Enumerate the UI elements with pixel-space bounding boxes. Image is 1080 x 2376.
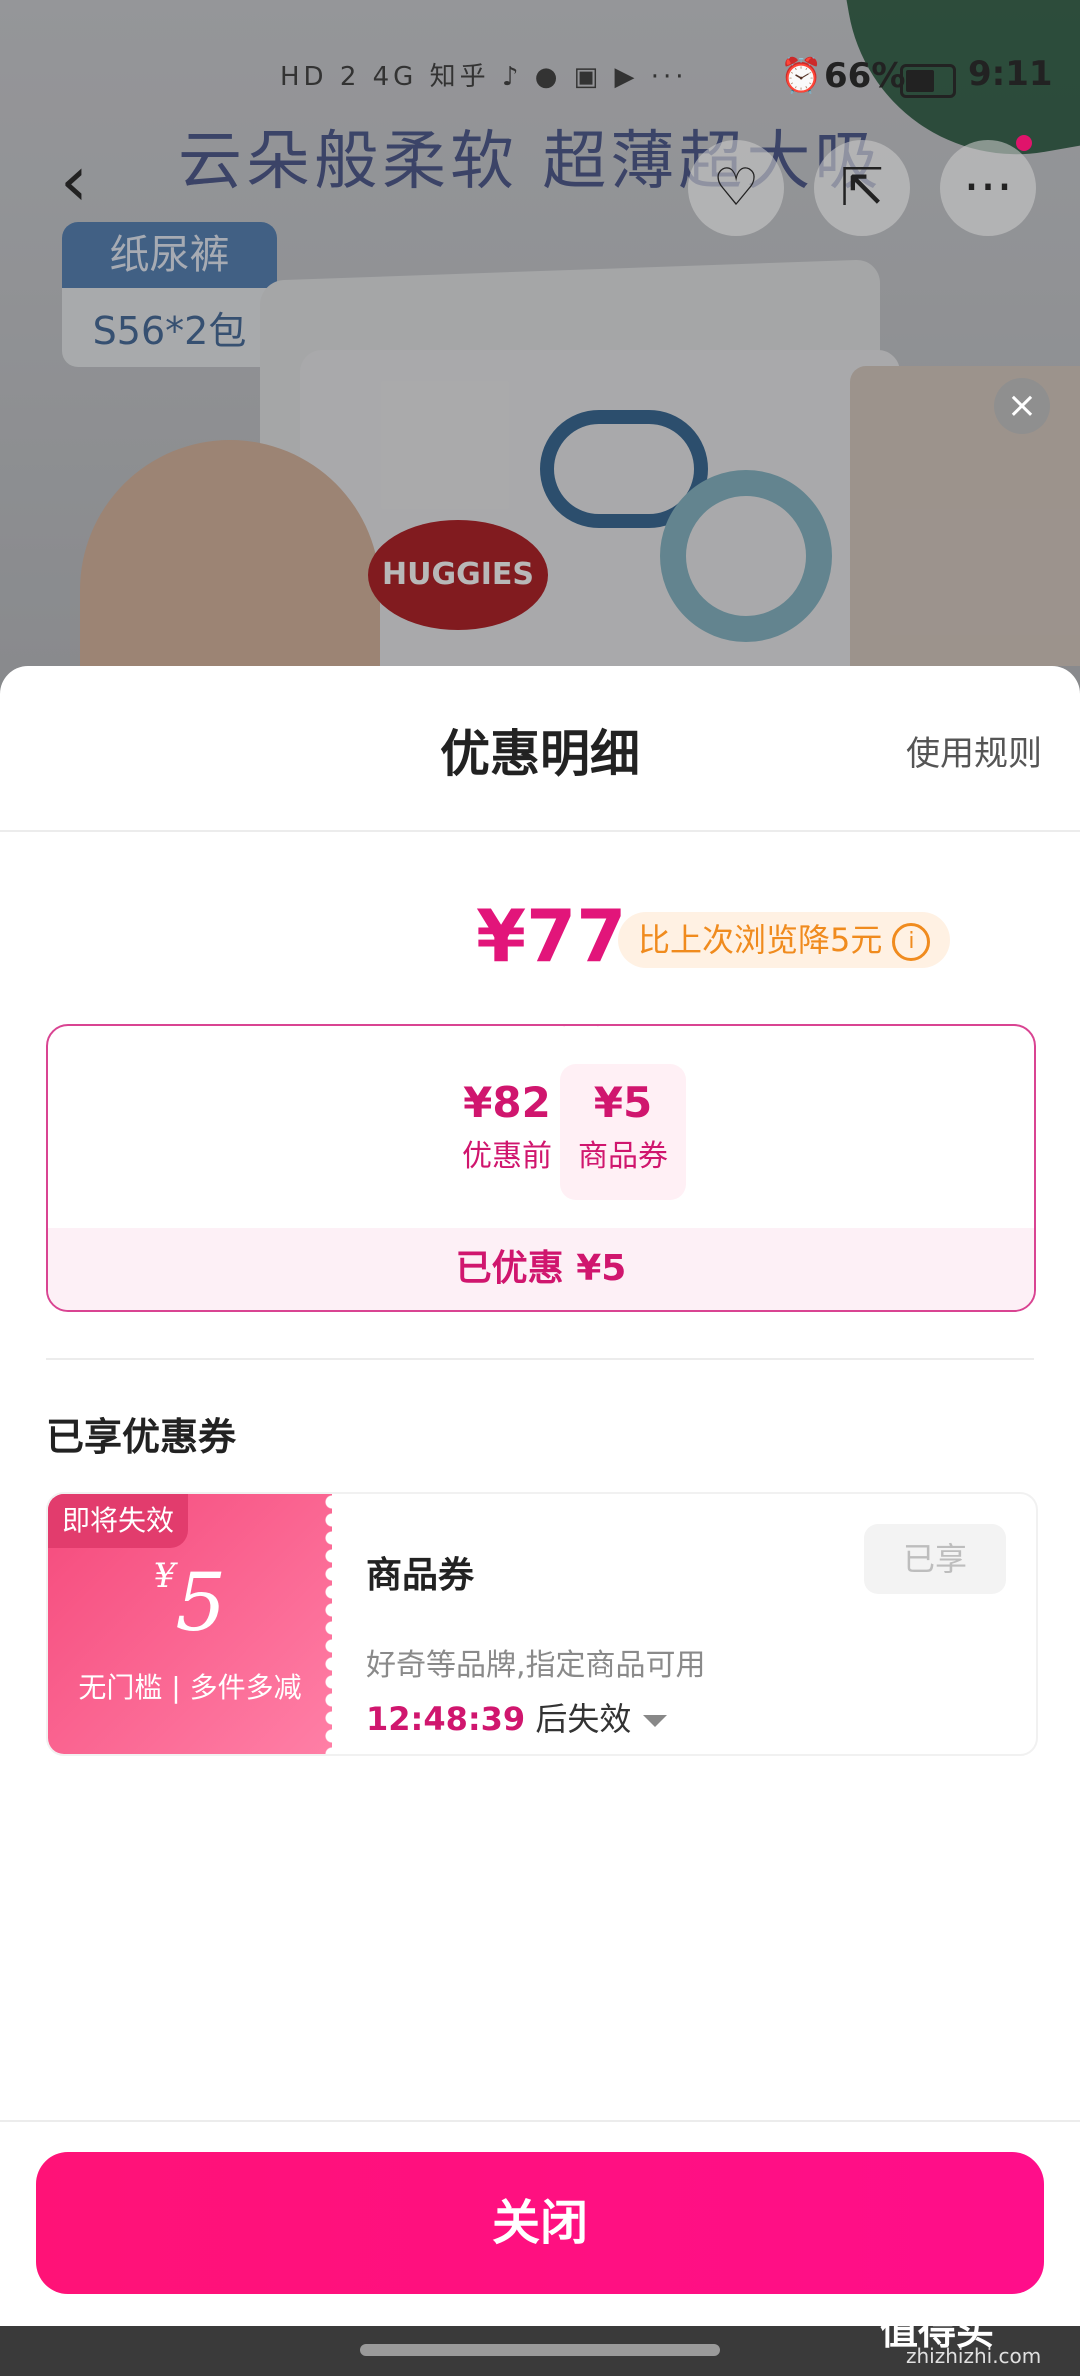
price-drop-badge[interactable]: 比上次浏览降5元 i bbox=[618, 912, 951, 968]
discount-detail-sheet: 优惠明细 使用规则 ¥77 比上次浏览降5元i ¥82 优惠前 - ¥5 商品券… bbox=[0, 666, 1080, 2376]
total-discount: 已优惠 ¥5 bbox=[48, 1228, 1034, 1310]
expiring-badge: 即将失效 bbox=[48, 1494, 189, 1548]
battery-icon bbox=[900, 64, 956, 98]
close-button[interactable]: 关闭 bbox=[36, 2152, 1044, 2294]
countdown-time: 12:48:39 bbox=[366, 1700, 526, 1738]
close-icon[interactable]: × bbox=[994, 378, 1050, 434]
coupon-description: 好奇等品牌,指定商品可用 bbox=[366, 1648, 706, 1683]
coupon-card[interactable]: 即将失效 ¥5 无门槛 | 多件多减 商品券 已享 好奇等品牌,指定商品可用 1… bbox=[46, 1492, 1038, 1756]
divider bbox=[0, 2120, 1080, 2122]
box-notch bbox=[562, 1026, 600, 1044]
status-bar: HD 2 4G 知乎 ♪ ● ▣ ▶ ··· ⏰ 66% 9:11 bbox=[0, 46, 1080, 106]
coupon-amount: ¥5 bbox=[48, 1556, 332, 1649]
share-icon[interactable]: ⇱ bbox=[814, 140, 910, 236]
price-drop-text: 比上次浏览降5元 bbox=[638, 921, 883, 959]
status-icons: HD 2 4G 知乎 ♪ ● ▣ ▶ ··· bbox=[280, 62, 688, 92]
clock: 9:11 bbox=[968, 54, 1053, 94]
coupon-deduction-label: 商品券 bbox=[578, 1139, 668, 1174]
coupon-status-button[interactable]: 已享 bbox=[864, 1524, 1006, 1594]
battery-percent: 66% bbox=[824, 56, 906, 96]
notification-dot bbox=[1016, 135, 1032, 151]
coupon-condition: 无门槛 | 多件多减 bbox=[78, 1671, 302, 1704]
coupon-countdown[interactable]: 12:48:39 后失效 bbox=[366, 1694, 668, 1740]
price-calc-box: ¥82 优惠前 - ¥5 商品券 已优惠 ¥5 bbox=[46, 1024, 1036, 1312]
favorite-add-icon[interactable]: ♡ bbox=[688, 140, 784, 236]
divider bbox=[46, 1358, 1034, 1360]
more-icon[interactable]: ··· bbox=[940, 140, 1036, 236]
applied-coupons-title: 已享优惠券 bbox=[46, 1415, 237, 1459]
coupon-currency: ¥ bbox=[153, 1556, 176, 1596]
alarm-icon: ⏰ bbox=[780, 56, 823, 96]
coupon-amount-number: 5 bbox=[175, 1556, 227, 1649]
divider bbox=[0, 830, 1080, 832]
chevron-down-icon[interactable] bbox=[643, 1715, 668, 1727]
coupon-value-panel: 即将失效 ¥5 无门槛 | 多件多减 bbox=[48, 1494, 340, 1754]
coupon-deduction: ¥5 商品券 bbox=[560, 1064, 686, 1200]
watermark-site: zhizhizhi.com bbox=[906, 2344, 1042, 2368]
info-icon[interactable]: i bbox=[892, 923, 931, 961]
coupon-name: 商品券 bbox=[366, 1555, 475, 1596]
back-icon[interactable]: ‹ bbox=[60, 140, 88, 222]
final-price: ¥77 bbox=[476, 894, 627, 978]
usage-rules-link[interactable]: 使用规则 bbox=[906, 726, 1042, 775]
countdown-suffix: 后失效 bbox=[535, 1700, 632, 1738]
coupon-deduction-value: ¥5 bbox=[593, 1078, 653, 1127]
home-indicator[interactable] bbox=[360, 2344, 720, 2356]
